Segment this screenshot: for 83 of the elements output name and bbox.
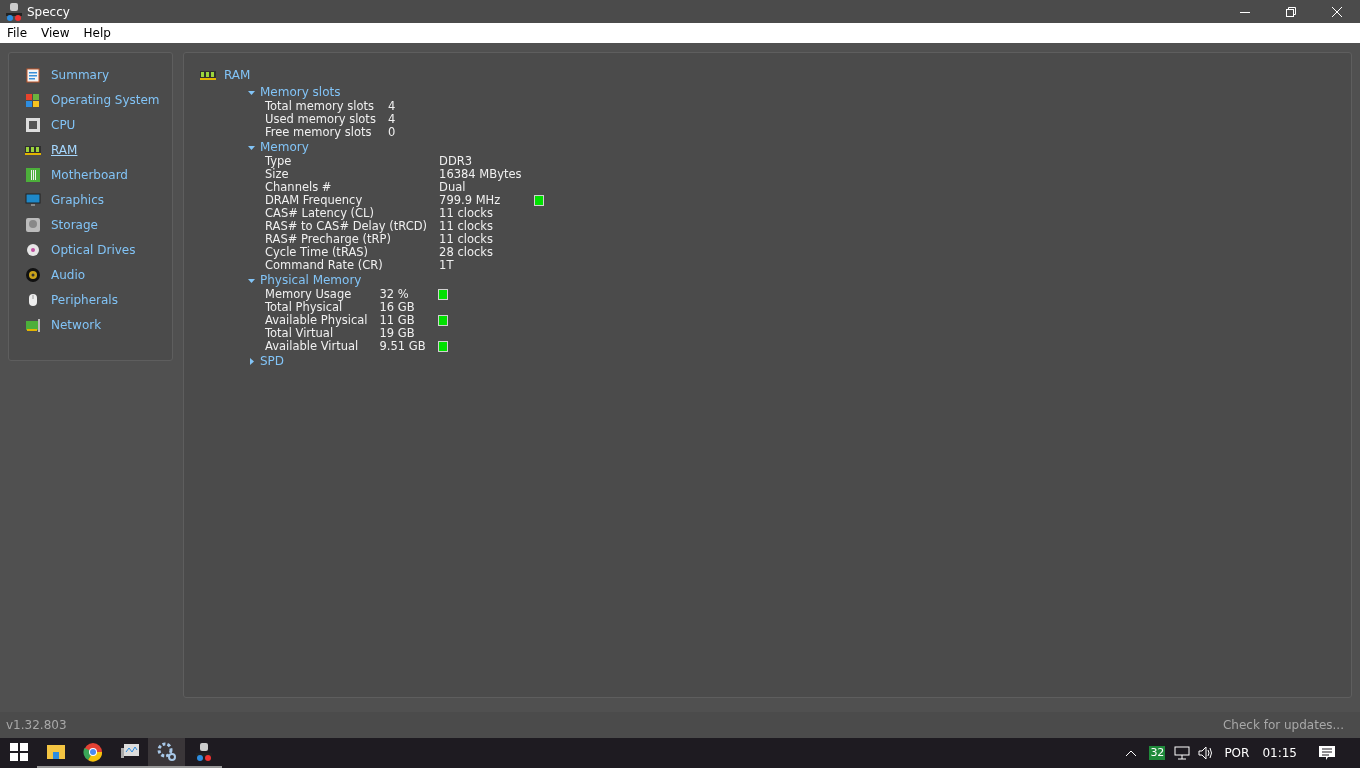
caret-down-icon <box>248 276 255 284</box>
tree-node[interactable]: SPD <box>248 353 1351 369</box>
property-value: 0 <box>387 126 396 139</box>
property-label: Type <box>265 155 293 168</box>
property-label: Available Physical <box>265 314 368 327</box>
property-label: Size <box>265 168 289 181</box>
version-label: v1.32.803 <box>6 717 67 734</box>
property-value: 19 GB <box>379 327 416 340</box>
network-card-icon <box>25 316 41 333</box>
property-label: Total Virtual <box>265 327 334 340</box>
property-value: 4 <box>387 100 396 113</box>
property-value: 11 GB <box>379 314 416 327</box>
chip-icon <box>25 116 41 133</box>
close-icon <box>1332 6 1342 17</box>
menu-item[interactable]: File <box>0 24 35 42</box>
taskbar-button[interactable] <box>148 738 185 768</box>
tree-node[interactable]: Physical Memory <box>248 272 1351 288</box>
sidebar-item[interactable]: Summary <box>25 62 172 87</box>
windows-icon <box>7 741 30 763</box>
property-value: 1T <box>439 259 455 272</box>
speaker-icon <box>25 266 41 283</box>
sidebar-item[interactable]: Operating System <box>25 87 172 112</box>
property-value: 32 % <box>379 288 410 301</box>
sidebar-item[interactable]: Peripherals <box>25 287 172 312</box>
sidebar-item[interactable]: Network <box>25 312 172 337</box>
chevron-up-icon[interactable] <box>1125 749 1138 757</box>
property-value: DDR3 <box>439 155 474 168</box>
check-updates-link[interactable]: Check for updates... <box>1222 716 1344 734</box>
property-label: CAS# Latency (CL) <box>265 207 375 220</box>
section-heading: RAM <box>224 67 251 84</box>
property-label: Cycle Time (tRAS) <box>265 246 370 259</box>
property-value: 28 clocks <box>439 246 494 259</box>
property-label: RAS# Precharge (tRP) <box>265 233 392 246</box>
property-label: DRAM Frequency <box>265 194 363 207</box>
property-value: 9.51 GB <box>379 340 426 353</box>
language-indicator[interactable]: POR <box>1224 744 1250 762</box>
network-icon[interactable] <box>1174 746 1191 760</box>
hard-drive-icon <box>25 216 41 233</box>
caret-down-icon <box>248 88 255 96</box>
property-value: 16 GB <box>379 301 416 314</box>
speaker-icon[interactable] <box>1198 746 1215 760</box>
property-value: 11 clocks <box>439 233 494 246</box>
tree-node[interactable]: Memory slots <box>248 84 1351 100</box>
property-value: 799.9 MHz <box>439 194 502 207</box>
tree-node[interactable]: Memory <box>248 139 1351 155</box>
property-value: Dual <box>439 181 467 194</box>
disc-icon <box>25 241 41 258</box>
property-label: RAS# to CAS# Delay (tRCD) <box>265 220 428 233</box>
monitor-icon <box>25 191 41 208</box>
window-title: Speccy <box>27 3 70 21</box>
restore-icon <box>1286 6 1296 17</box>
sidebar-item[interactable]: Storage <box>25 212 172 237</box>
property-label: Used memory slots <box>265 113 376 126</box>
property-label: Available Virtual <box>265 340 360 353</box>
property-label: Channels # <box>265 181 333 194</box>
property-label: Memory Usage <box>265 288 353 301</box>
property-value: 4 <box>387 113 396 126</box>
windows-flag-icon <box>25 91 41 108</box>
sidebar-item[interactable]: RAM <box>25 137 172 162</box>
circuit-board-icon <box>25 166 41 183</box>
browser-icon <box>81 741 104 763</box>
clock[interactable]: 01:15 <box>1262 744 1297 762</box>
property-label: Free memory slots <box>265 126 373 139</box>
notification-icon[interactable] <box>1319 745 1335 761</box>
sidebar-item[interactable]: CPU <box>25 112 172 137</box>
property-label: Command Rate (CR) <box>265 259 384 272</box>
menu-item[interactable]: View <box>34 24 77 42</box>
tray-badge[interactable]: 32 <box>1149 746 1166 760</box>
sidebar-item[interactable]: Optical Drives <box>25 237 172 262</box>
computer-glasses-icon <box>3 0 25 23</box>
caret-down-icon <box>248 143 255 151</box>
property-value: 11 clocks <box>439 207 494 220</box>
sidebar-item[interactable]: Motherboard <box>25 162 172 187</box>
property-label: Total memory slots <box>265 100 375 113</box>
sidebar-item[interactable]: Graphics <box>25 187 172 212</box>
property-value: 11 clocks <box>439 220 494 233</box>
gear-icon <box>155 741 178 763</box>
sidebar-item[interactable]: Audio <box>25 262 172 287</box>
caret-right-icon <box>248 357 255 365</box>
menu-item[interactable]: Help <box>76 24 118 42</box>
clipboard-icon <box>25 66 41 83</box>
property-value: 16384 MBytes <box>439 168 522 181</box>
property-label: Total Physical <box>265 301 343 314</box>
